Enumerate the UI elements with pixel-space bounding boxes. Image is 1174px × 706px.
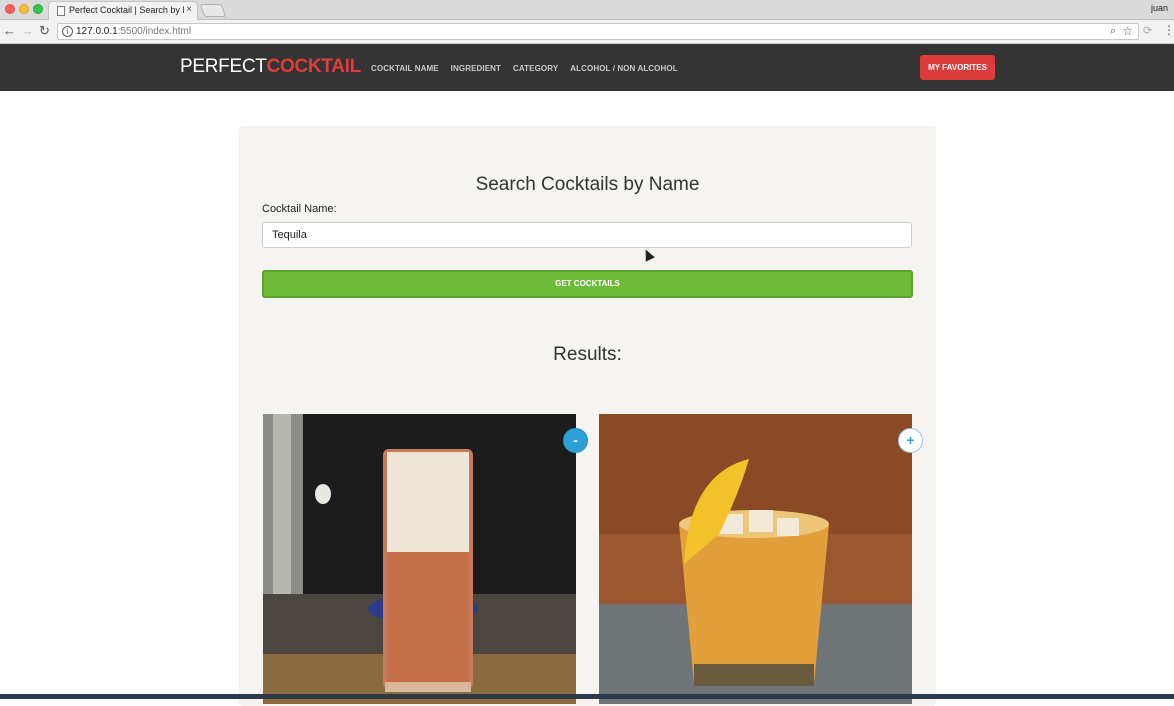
tab-close-icon[interactable]: × (186, 4, 192, 15)
extension-icon[interactable]: ⟳ (1143, 24, 1152, 37)
address-bar[interactable]: i 127.0.0.1:5500/index.html ⌕ ☆ (57, 23, 1139, 40)
browser-user-name[interactable]: juan (1151, 3, 1168, 13)
page-icon (57, 6, 65, 16)
url-text[interactable]: 127.0.0.1:5500/index.html (76, 26, 191, 37)
cocktail-name-label: Cocktail Name: (262, 203, 337, 215)
my-favorites-button[interactable]: MY FAVORITES (920, 55, 995, 80)
cocktail-result-image[interactable] (263, 414, 576, 704)
back-arrow-icon[interactable]: ← (3, 23, 16, 39)
results-heading: Results: (239, 344, 936, 366)
star-icon[interactable]: ☆ (1122, 24, 1133, 38)
nav-link-alcohol[interactable]: ALCOHOL / NON ALCOHOL (570, 64, 677, 73)
info-icon[interactable]: i (62, 26, 73, 37)
browser-tab[interactable]: Perfect Cocktail | Search by Na × (48, 1, 198, 20)
nav-link-ingredient[interactable]: INGREDIENT (451, 64, 501, 73)
forward-arrow-icon[interactable]: → (21, 23, 34, 39)
nav-link-cocktail-name[interactable]: COCKTAIL NAME (371, 64, 439, 73)
bottom-bar (0, 694, 1174, 699)
reload-icon[interactable]: ↻ (39, 23, 50, 39)
browser-toolbar: ← → ↻ i 127.0.0.1:5500/index.html ⌕ ☆ ⟳ … (0, 20, 1174, 44)
site-navbar: PERFECTCOCKTAIL COCKTAIL NAME INGREDIENT… (0, 44, 1174, 91)
add-favorite-button[interactable]: + (898, 428, 923, 453)
menu-icon[interactable]: ⋮ (1163, 23, 1174, 37)
cocktail-name-input[interactable]: Tequila (262, 222, 912, 248)
nav-links: COCKTAIL NAME INGREDIENT CATEGORY ALCOHO… (371, 64, 678, 73)
window-minimize-button[interactable] (19, 4, 29, 14)
browser-tab-bar: Perfect Cocktail | Search by Na × juan (0, 0, 1174, 20)
tab-title: Perfect Cocktail | Search by Na (69, 5, 184, 15)
watermark-logo: Ude (1136, 668, 1174, 691)
rocks-glass-lemon-cocktail-photo (599, 414, 912, 704)
tall-glass-cocktail-photo (263, 414, 576, 704)
window-close-button[interactable] (5, 4, 15, 14)
nav-link-category[interactable]: CATEGORY (513, 64, 558, 73)
site-logo[interactable]: PERFECTCOCKTAIL (180, 56, 361, 78)
window-zoom-button[interactable] (33, 4, 43, 14)
search-card: Search Cocktails by Name Cocktail Name: … (239, 126, 936, 706)
page-title: Search Cocktails by Name (239, 174, 936, 196)
new-tab-button[interactable] (200, 4, 227, 17)
remove-favorite-button[interactable]: - (563, 428, 588, 453)
get-cocktails-button[interactable]: GET COCKTAILS (262, 270, 913, 298)
zoom-icon[interactable]: ⌕ (1110, 25, 1116, 38)
cocktail-result-image[interactable] (599, 414, 912, 704)
